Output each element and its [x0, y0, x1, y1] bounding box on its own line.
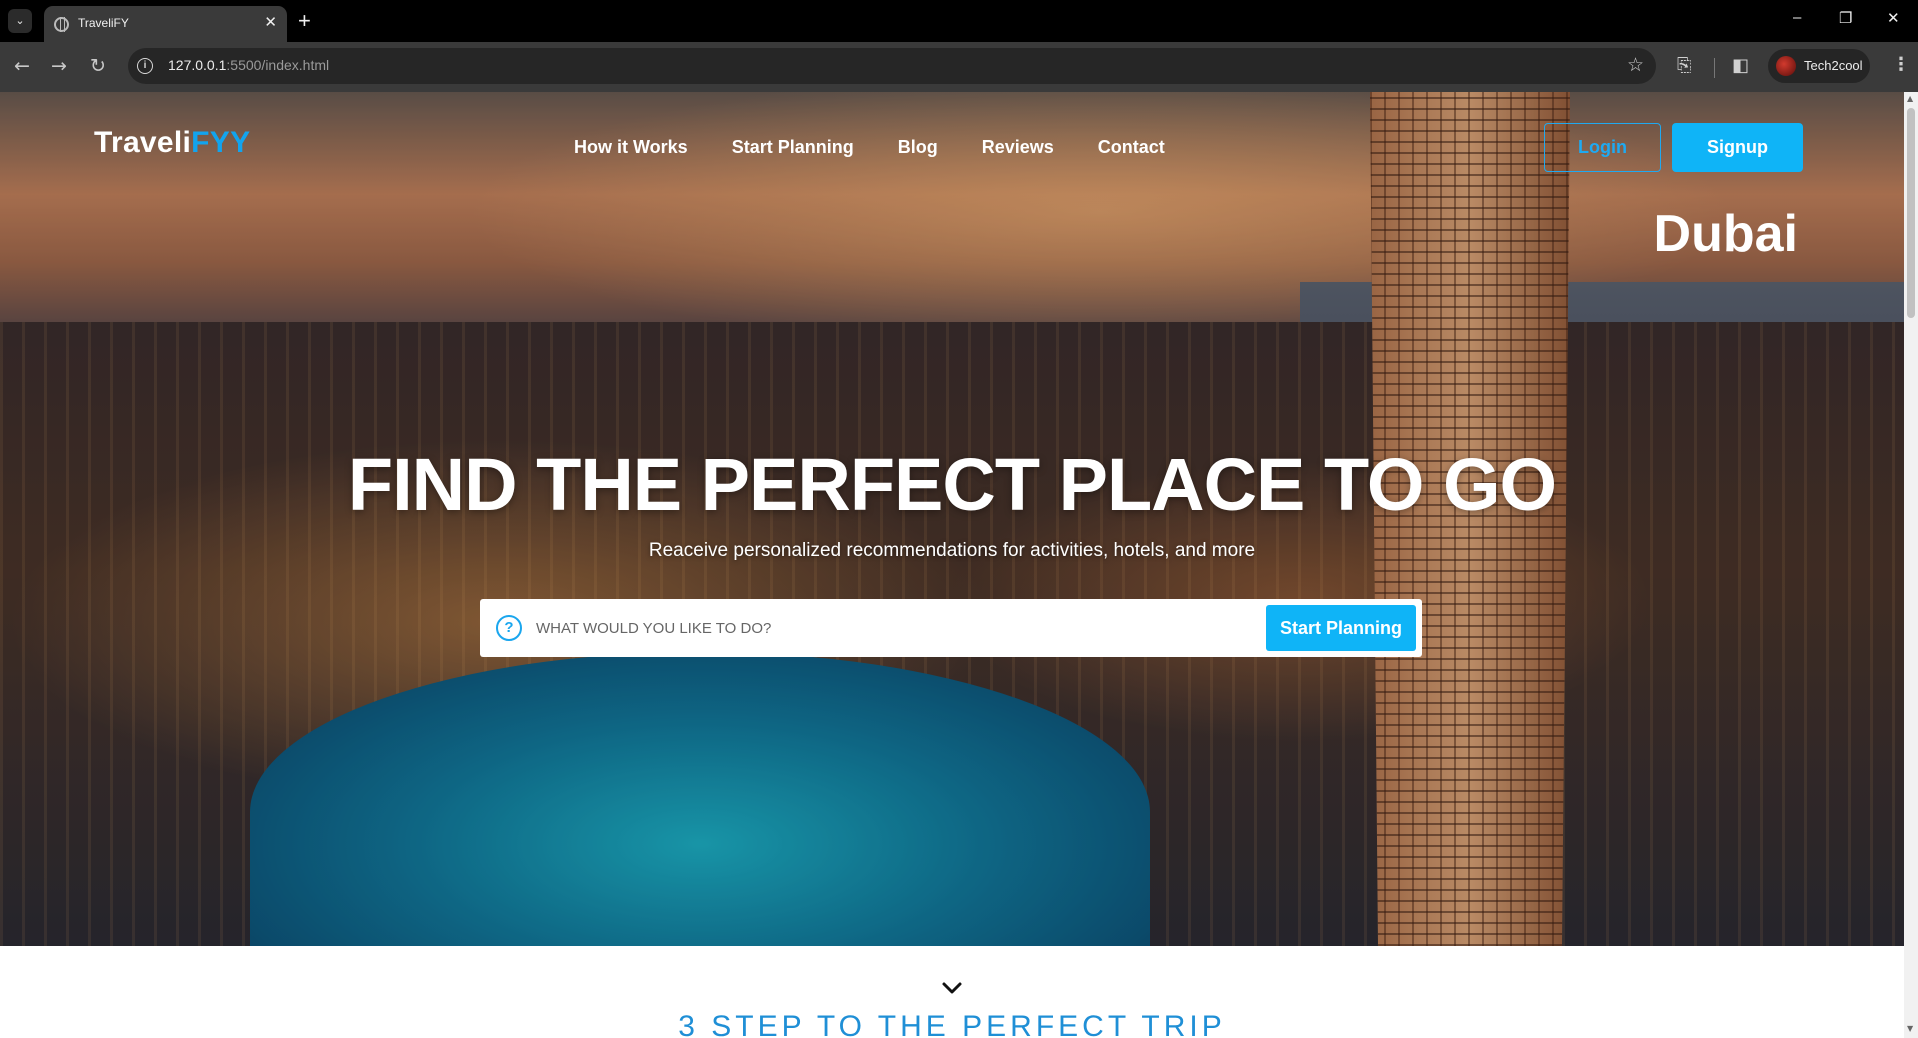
- tab-search-button[interactable]: ⌄: [8, 9, 32, 33]
- page-scrollbar[interactable]: ▲ ▼: [1904, 92, 1918, 1038]
- address-bar[interactable]: i 127.0.0.1:5500/index.html ☆: [128, 48, 1656, 84]
- minimize-button[interactable]: –: [1793, 9, 1801, 26]
- hero-headline: FIND THE PERFECT PLACE TO GO: [347, 443, 1557, 526]
- scroll-down-arrow-icon[interactable]: ▼: [1907, 1024, 1913, 1033]
- close-window-button[interactable]: ✕: [1887, 9, 1900, 27]
- search-input[interactable]: [536, 611, 1176, 645]
- side-panel-icon[interactable]: ◧: [1732, 55, 1749, 76]
- scroll-thumb[interactable]: [1907, 108, 1915, 318]
- city-label: Dubai: [1653, 205, 1798, 263]
- profile-button[interactable]: Tech2cool: [1768, 49, 1870, 83]
- nav-link-blog[interactable]: Blog: [898, 137, 938, 158]
- tab-close-button[interactable]: ✕: [264, 13, 277, 31]
- chevron-down-icon[interactable]: [938, 978, 966, 998]
- nav-link-how-it-works[interactable]: How it Works: [574, 137, 688, 158]
- main-nav: How it Works Start Planning Blog Reviews…: [574, 137, 1165, 158]
- url-text[interactable]: 127.0.0.1:5500/index.html: [168, 57, 329, 73]
- nav-link-reviews[interactable]: Reviews: [982, 137, 1054, 158]
- info-icon[interactable]: i: [137, 58, 153, 74]
- page-viewport: TraveliFYY How it Works Start Planning B…: [0, 92, 1918, 1038]
- question-icon: ?: [496, 615, 522, 641]
- globe-icon: [54, 17, 69, 32]
- login-button[interactable]: Login: [1544, 123, 1661, 172]
- signup-button[interactable]: Signup: [1672, 123, 1803, 172]
- site-logo[interactable]: TraveliFYY: [94, 126, 250, 160]
- browser-tab[interactable]: TraveliFY ✕: [44, 6, 287, 42]
- star-icon[interactable]: ☆: [1627, 54, 1644, 76]
- browser-toolbar: ← → ↻ i 127.0.0.1:5500/index.html ☆ ⎘ ◧ …: [0, 42, 1918, 92]
- back-arrow-icon[interactable]: ←: [14, 55, 30, 77]
- scroll-up-arrow-icon[interactable]: ▲: [1907, 94, 1913, 103]
- extensions-icon[interactable]: ⎘: [1677, 55, 1691, 76]
- profile-name: Tech2cool: [1804, 58, 1863, 73]
- reload-icon[interactable]: ↻: [90, 55, 106, 77]
- hero-subline: Reaceive personalized recommendations fo…: [648, 540, 1256, 561]
- nav-link-contact[interactable]: Contact: [1098, 137, 1165, 158]
- search-bar: ? Start Planning: [480, 599, 1422, 657]
- nav-link-start-planning[interactable]: Start Planning: [732, 137, 854, 158]
- restore-button[interactable]: ❐: [1839, 9, 1852, 27]
- tab-title: TraveliFY: [78, 16, 129, 30]
- browser-tab-bar: ⌄ TraveliFY ✕ + – ❐ ✕: [0, 0, 1918, 42]
- avatar: [1776, 56, 1796, 76]
- forward-arrow-icon[interactable]: →: [51, 55, 67, 77]
- section-title: 3 STEP TO THE PERFECT TRIP: [678, 1010, 1226, 1038]
- hero-section: TraveliFYY How it Works Start Planning B…: [0, 92, 1904, 946]
- new-tab-button[interactable]: +: [298, 8, 311, 34]
- toolbar-divider: [1714, 58, 1715, 78]
- menu-kebab-icon[interactable]: ⋮: [1892, 54, 1910, 75]
- start-planning-button[interactable]: Start Planning: [1266, 605, 1416, 651]
